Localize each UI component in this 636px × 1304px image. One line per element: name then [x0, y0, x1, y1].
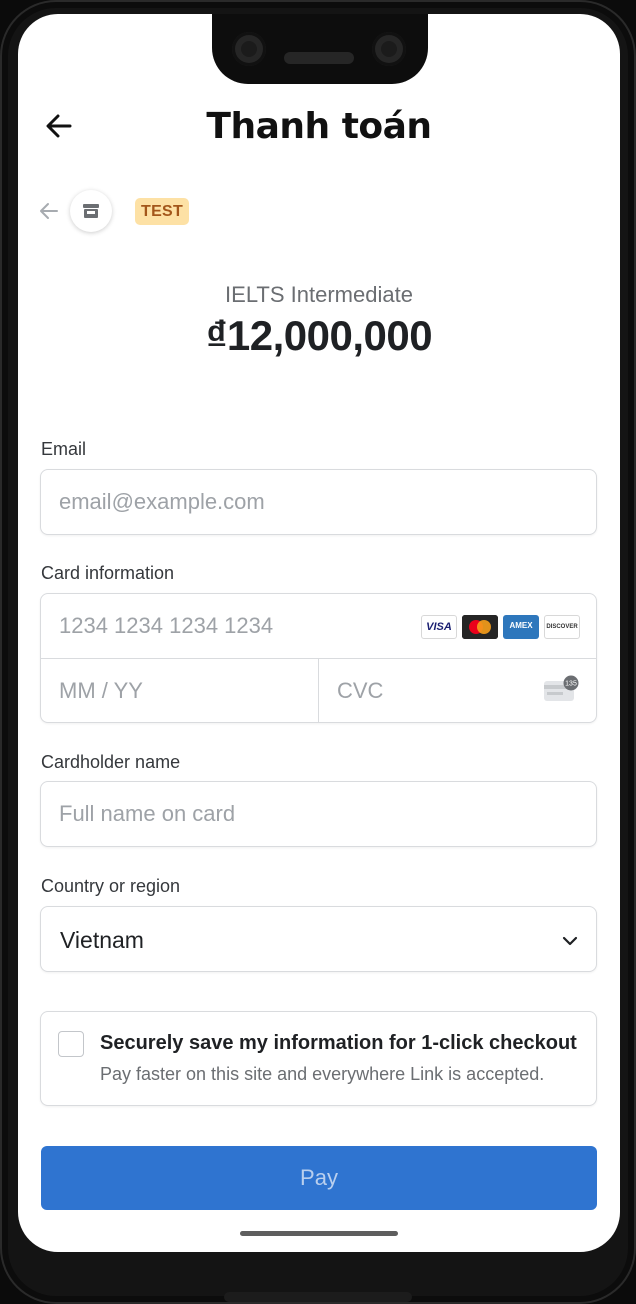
card-information-group: VISA AMEX DISCOVER 135: [40, 593, 597, 723]
link-save-box: Securely save my information for 1-click…: [40, 1011, 597, 1106]
mastercard-icon: [462, 615, 498, 639]
save-info-checkbox[interactable]: [58, 1031, 84, 1057]
country-value: Vietnam: [60, 927, 144, 953]
country-label: Country or region: [41, 876, 181, 896]
visa-icon: VISA: [421, 615, 457, 639]
country-select[interactable]: Vietnam: [40, 906, 597, 972]
save-info-subtitle: Pay faster on this site and everywhere L…: [100, 1064, 545, 1084]
page-title: Thanh toán: [206, 106, 432, 147]
front-camera-icon: [232, 32, 266, 66]
cvc-hint-text: 135: [565, 681, 577, 688]
pay-button[interactable]: Pay: [41, 1146, 597, 1210]
card-number-field[interactable]: [41, 594, 411, 658]
store-icon: [83, 204, 99, 218]
price-amount: ₫12,000,000: [205, 312, 433, 359]
email-label: Email: [41, 439, 87, 459]
merchant-back-icon[interactable]: [38, 200, 60, 222]
store-avatar: [70, 190, 112, 232]
cvc-field[interactable]: [319, 659, 519, 723]
email-field[interactable]: [40, 469, 597, 535]
chevron-down-icon: [562, 936, 578, 946]
cardholder-name-field[interactable]: [40, 781, 597, 847]
checkout-screen: Thanh toán TEST IELTS Intermediate ₫12,0…: [18, 14, 620, 1252]
earpiece-speaker: [284, 52, 354, 64]
amex-icon: AMEX: [503, 615, 539, 639]
cardholder-label: Cardholder name: [41, 752, 181, 772]
save-info-title: Securely save my information for 1-click…: [100, 1032, 577, 1054]
card-info-label: Card information: [41, 563, 175, 583]
speaker-grille: [224, 1292, 412, 1302]
card-cvc-icon: 135: [544, 675, 579, 701]
product-name: IELTS Intermediate: [225, 282, 413, 307]
camera-notch: [212, 14, 428, 84]
home-indicator[interactable]: [240, 1231, 398, 1236]
discover-icon: DISCOVER: [544, 615, 580, 639]
sensor-icon: [372, 32, 406, 66]
test-mode-badge: TEST: [135, 198, 190, 225]
expiry-field[interactable]: [41, 659, 318, 723]
